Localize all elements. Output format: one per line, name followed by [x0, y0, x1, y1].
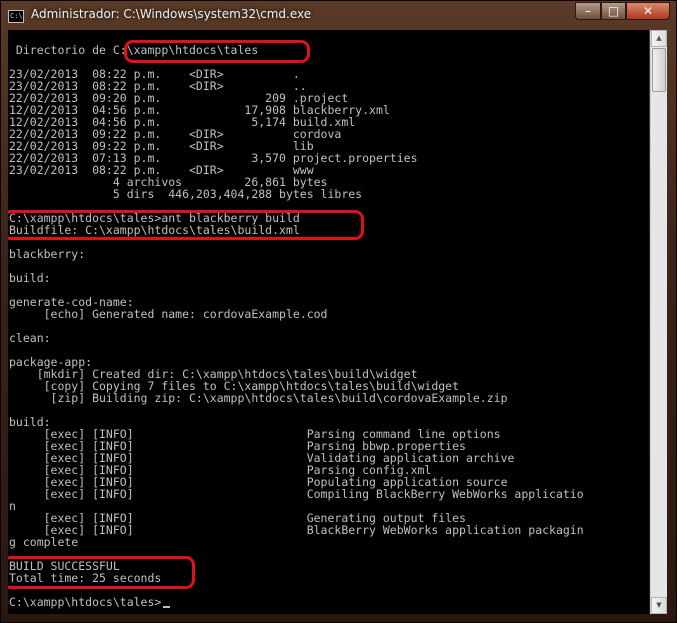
- console-line: 12/02/2013 04:56 p.m. 5,174 build.xml: [9, 115, 356, 129]
- scroll-up-arrow-icon[interactable]: ▲: [651, 30, 667, 47]
- console-line: clean:: [9, 331, 51, 345]
- console-line: Buildfile: C:\xampp\htdocs\tales\build.x…: [9, 223, 300, 237]
- console-line: build:: [9, 271, 51, 285]
- console-line: 22/02/2013 09:22 p.m. <DIR> cordova: [9, 127, 342, 141]
- console-line: C:\xampp\htdocs\tales>ant blackberry bui…: [9, 211, 300, 225]
- console-line: [exec] [INFO] Populating application sou…: [9, 475, 508, 489]
- console-line: 12/02/2013 04:56 p.m. 17,908 blackberry.…: [9, 103, 390, 117]
- console-line: BUILD SUCCESSFUL: [9, 559, 120, 573]
- console-line: [echo] Generated name: cordovaExample.co…: [9, 307, 328, 321]
- console-line: C:\xampp\htdocs\tales>: [9, 595, 162, 609]
- cmd-app-icon[interactable]: C:\: [8, 10, 24, 23]
- console-line: 23/02/2013 08:22 p.m. <DIR> .: [9, 67, 300, 81]
- console-line: 22/02/2013 07:13 p.m. 3,570 project.prop…: [9, 151, 418, 165]
- text-cursor: [163, 606, 170, 608]
- console-line: [exec] [INFO] Generating output files: [9, 511, 466, 525]
- console-line: 22/02/2013 09:20 p.m. 209 .project: [9, 91, 349, 105]
- console-line: 23/02/2013 08:22 p.m. <DIR> www: [9, 163, 314, 177]
- console-line: [exec] [INFO] Validating application arc…: [9, 451, 515, 465]
- scroll-down-arrow-icon[interactable]: ▼: [651, 597, 667, 614]
- console-line: [exec] [INFO] Parsing command line optio…: [9, 427, 501, 441]
- window-title: Administrador: C:\Windows\system32\cmd.e…: [31, 7, 312, 21]
- console-line: 4 archivos 26,861 bytes: [9, 175, 328, 189]
- vertical-scrollbar[interactable]: ▲ ▼: [650, 30, 667, 614]
- console-line: Directorio de C:\xampp\htdocs\tales: [9, 43, 259, 57]
- console-line: 5 dirs 446,203,404,288 bytes libres: [9, 187, 363, 201]
- minimize-button[interactable]: –: [575, 2, 601, 20]
- console-line: [zip] Building zip: C:\xampp\htdocs\tale…: [9, 391, 508, 405]
- console-line: [mkdir] Created dir: C:\xampp\htdocs\tal…: [9, 367, 418, 381]
- console-line: [exec] [INFO] Parsing config.xml: [9, 463, 432, 477]
- maximize-button[interactable]: □: [601, 2, 626, 20]
- window-controls: – □ ✕: [575, 2, 670, 21]
- console-line: blackberry:: [9, 247, 86, 261]
- console-line: [exec] [INFO] BlackBerry WebWorks applic…: [9, 523, 584, 537]
- console-output[interactable]: C:\xampp\htdocs\tales> Total time: 25 sec…: [8, 30, 649, 614]
- console-line: [copy] Copying 7 files to C:\xampp\htdoc…: [9, 379, 460, 393]
- console-line: 23/02/2013 08:22 p.m. <DIR> ..: [9, 79, 307, 93]
- console-line: generate-cod-name:: [9, 295, 134, 309]
- console-line: g complete: [9, 535, 79, 549]
- title-bar[interactable]: C:\ Administrador: C:\Windows\system32\c…: [1, 1, 676, 31]
- console-line: [exec] [INFO] Compiling BlackBerry WebWo…: [9, 487, 584, 501]
- console-line: 22/02/2013 09:22 p.m. <DIR> lib: [9, 139, 314, 153]
- close-button[interactable]: ✕: [626, 2, 670, 20]
- console-line: [exec] [INFO] Parsing bbwp.properties: [9, 439, 466, 453]
- console-line: package-app:: [9, 355, 93, 369]
- console-line: Total time: 25 seconds: [9, 571, 162, 585]
- console-line: n: [9, 499, 16, 513]
- console-line: build:: [9, 415, 51, 429]
- scroll-thumb[interactable]: [652, 48, 666, 92]
